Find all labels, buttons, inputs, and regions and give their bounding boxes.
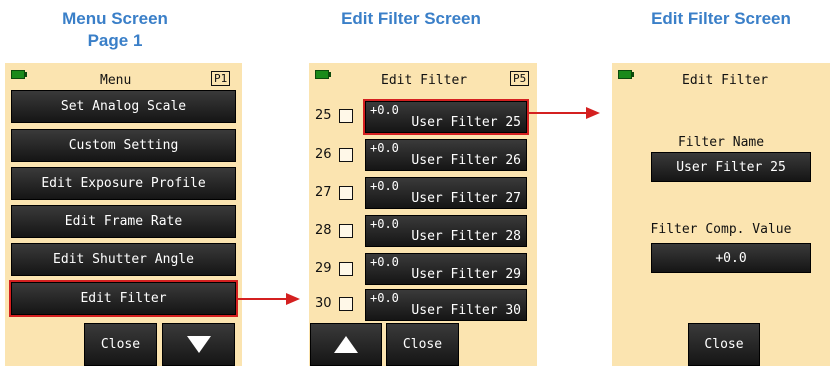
filter-comp-value-label: Filter Comp. Value — [650, 222, 792, 237]
filter-checkbox-27[interactable] — [339, 186, 353, 200]
scroll-down-button[interactable] — [162, 323, 235, 366]
filter-detail-screen: Edit Filter Filter Name User Filter 25 F… — [612, 63, 830, 366]
filter-row-28[interactable]: +0.0 User Filter 28 — [365, 215, 527, 247]
filter-name: User Filter 25 — [411, 115, 521, 130]
filter-value: +0.0 — [370, 255, 399, 269]
filter-value: +0.0 — [370, 291, 399, 305]
battery-icon — [618, 70, 634, 79]
page-indicator: P1 — [211, 71, 231, 86]
close-button[interactable]: Close — [84, 323, 157, 366]
menu-item-edit-filter[interactable]: Edit Filter — [9, 280, 238, 317]
battery-icon — [11, 70, 27, 79]
menu-screen-heading-line1: Menu Screen — [62, 9, 168, 28]
filter-number-27: 27 — [315, 185, 332, 200]
filter-list-title: Edit Filter — [381, 73, 468, 88]
menu-item-edit-shutter-angle[interactable]: Edit Shutter Angle — [11, 243, 236, 276]
filter-number-29: 29 — [315, 261, 332, 276]
filter-comp-value-field[interactable]: +0.0 — [651, 243, 811, 273]
filter-name: User Filter 28 — [411, 229, 521, 244]
filter-checkbox-28[interactable] — [339, 224, 353, 238]
filter-row-30[interactable]: +0.0 User Filter 30 — [365, 289, 527, 321]
battery-icon — [315, 70, 331, 79]
filter-name: User Filter 30 — [411, 303, 521, 318]
menu-title: Menu — [100, 73, 132, 88]
edit-filter-heading-1: Edit Filter Screen — [341, 9, 481, 28]
filter-checkbox-25[interactable] — [339, 109, 353, 123]
menu-item-edit-exposure-profile[interactable]: Edit Exposure Profile — [11, 167, 236, 200]
close-button[interactable]: Close — [386, 323, 459, 366]
arrow-head-2-icon — [586, 107, 600, 119]
filter-name-label: Filter Name — [677, 135, 765, 150]
arrow-head-1-icon — [286, 293, 300, 305]
filter-name: User Filter 27 — [411, 191, 521, 206]
filter-row-27[interactable]: +0.0 User Filter 27 — [365, 177, 527, 209]
menu-item-edit-frame-rate[interactable]: Edit Frame Rate — [11, 205, 236, 238]
page-indicator: P5 — [510, 71, 530, 86]
menu-item-set-analog-scale[interactable]: Set Analog Scale — [11, 90, 236, 123]
menu-item-custom-setting[interactable]: Custom Setting — [11, 129, 236, 162]
arrow-list-to-detail — [527, 112, 587, 114]
filter-name: User Filter 29 — [411, 267, 521, 282]
triangle-up-icon — [334, 336, 358, 353]
triangle-down-icon — [186, 336, 211, 353]
arrow-menu-to-filter-list — [237, 298, 287, 300]
filter-name-field[interactable]: User Filter 25 — [651, 152, 811, 182]
filter-value: +0.0 — [370, 217, 399, 231]
close-button[interactable]: Close — [688, 323, 760, 366]
filter-row-29[interactable]: +0.0 User Filter 29 — [365, 253, 527, 285]
menu-screen: Menu P1 Set Analog Scale Custom Setting … — [5, 63, 242, 366]
filter-number-28: 28 — [315, 223, 332, 238]
scroll-up-button[interactable] — [310, 323, 382, 366]
filter-checkbox-30[interactable] — [339, 297, 353, 311]
edit-filter-heading-2: Edit Filter Screen — [651, 9, 791, 28]
filter-row-25[interactable]: +0.0 User Filter 25 — [363, 99, 529, 135]
filter-checkbox-29[interactable] — [339, 262, 353, 276]
filter-checkbox-26[interactable] — [339, 148, 353, 162]
filter-detail-title: Edit Filter — [682, 73, 769, 88]
filter-number-30: 30 — [315, 296, 332, 311]
menu-screen-heading: Menu Screen Page 1 — [55, 8, 175, 52]
filter-name: User Filter 26 — [411, 153, 521, 168]
filter-value: +0.0 — [370, 141, 399, 155]
filter-number-26: 26 — [315, 147, 332, 162]
filter-value: +0.0 — [370, 179, 399, 193]
filter-number-25: 25 — [315, 108, 332, 123]
filter-value: +0.0 — [370, 103, 399, 117]
menu-screen-heading-line2: Page 1 — [87, 31, 143, 50]
filter-row-26[interactable]: +0.0 User Filter 26 — [365, 139, 527, 171]
